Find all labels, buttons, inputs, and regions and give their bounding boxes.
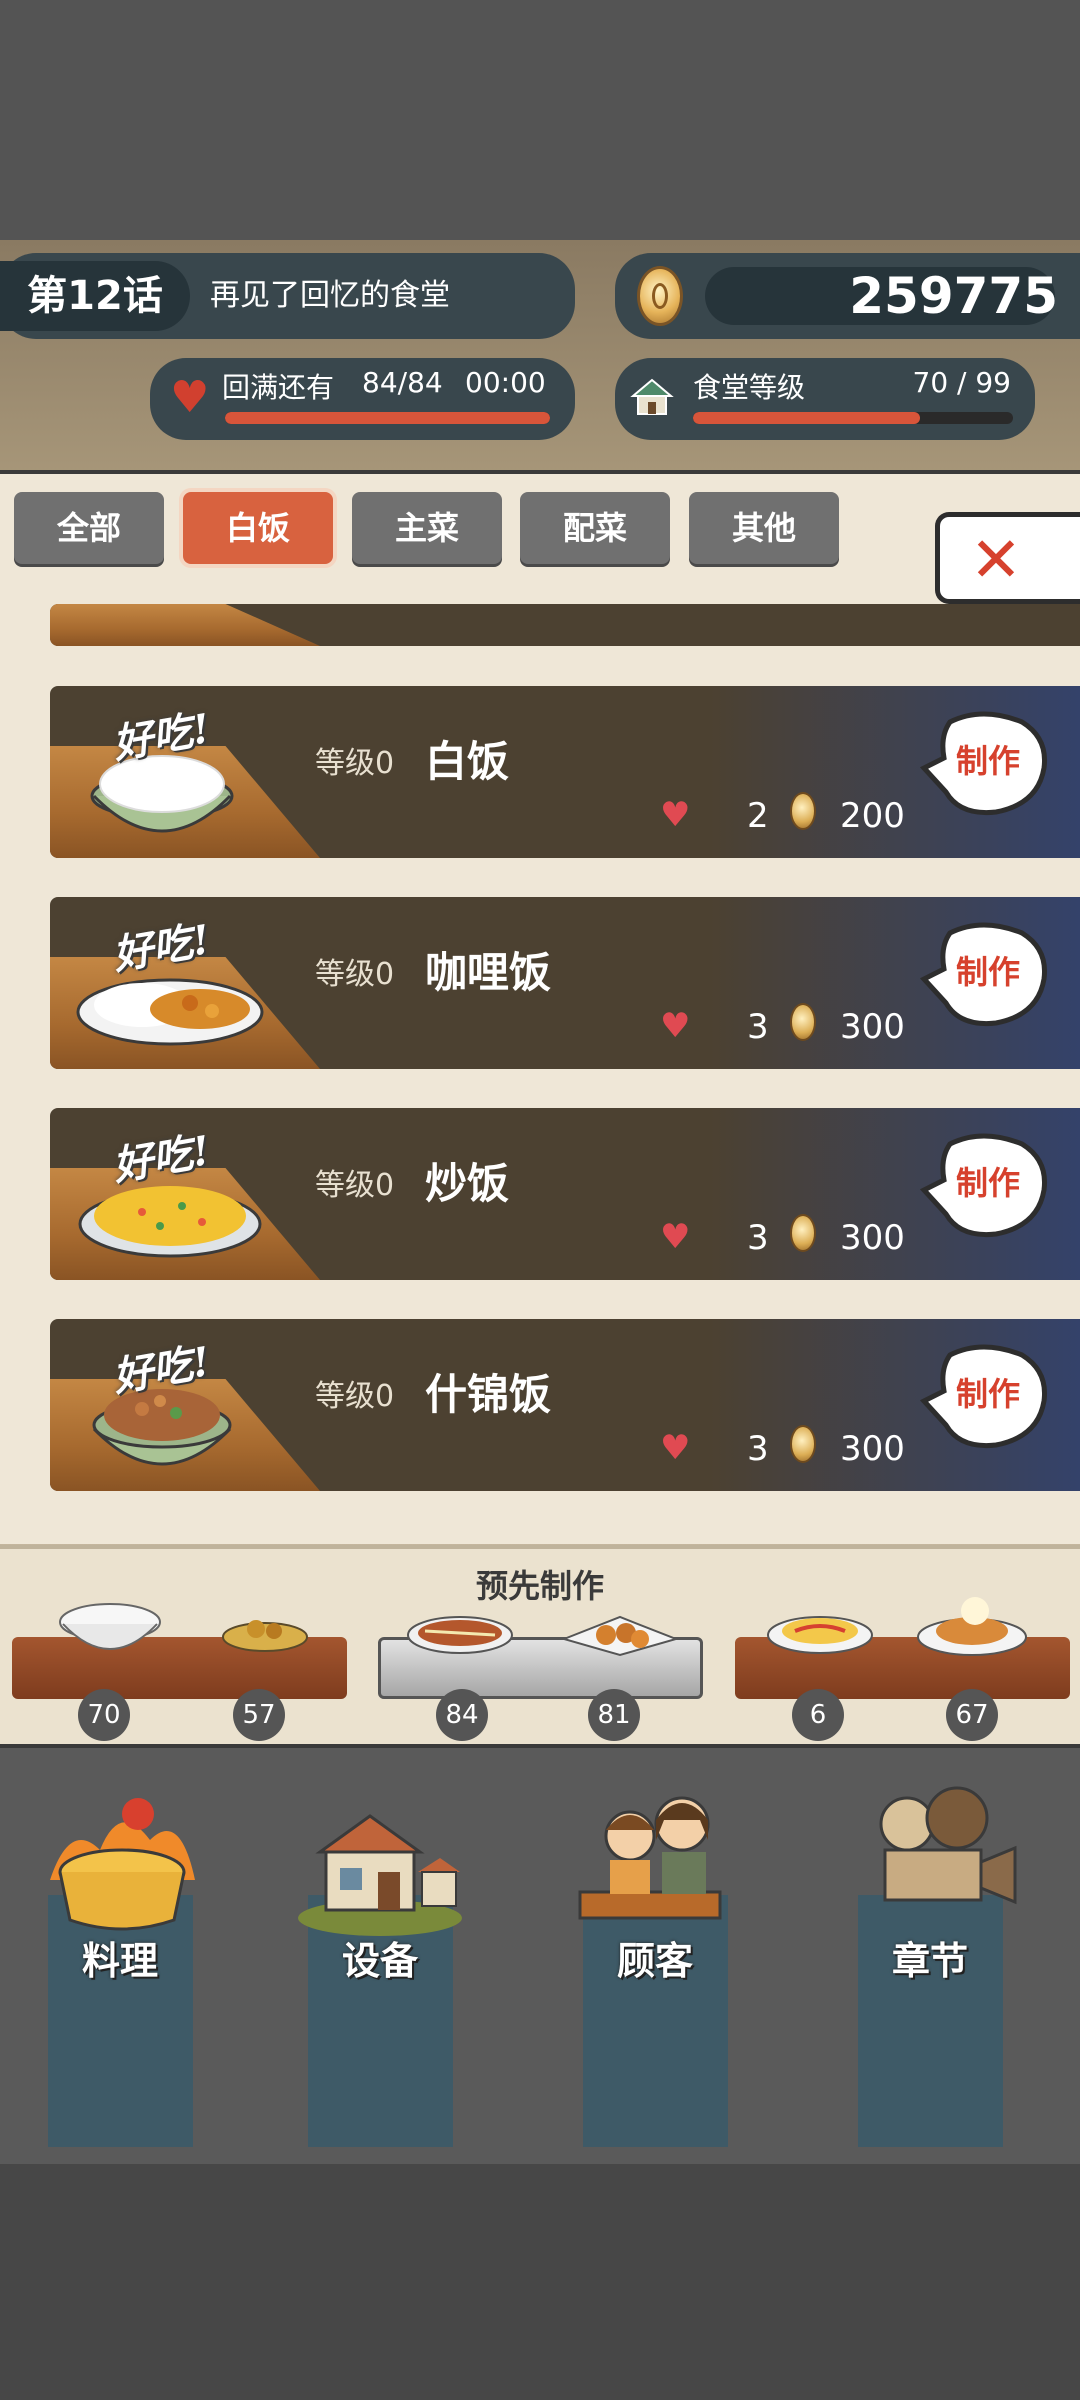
okonomiyaki-icon	[407, 1616, 513, 1654]
stamina-label: 回满还有	[222, 371, 335, 404]
house-icon	[630, 378, 674, 415]
chapter-number: 第12话	[0, 261, 190, 331]
recipe-cost: 300	[840, 1429, 905, 1469]
stamina-bar	[225, 412, 550, 424]
recipe-hearts: 3	[747, 1218, 769, 1258]
mixed-rice-icon: 好吃!	[72, 1329, 272, 1489]
nav-equipment-label: 设备	[341, 1939, 418, 1983]
film-projector-icon	[879, 1786, 1017, 1905]
nav-cooking-label: 料理	[81, 1939, 158, 1983]
canteen-level-panel: 食堂等级 70 / 99	[615, 358, 1035, 440]
chapter-banner[interactable]: 第12话 再见了回忆的食堂	[0, 253, 575, 339]
recipe-level: 等级0	[315, 746, 395, 781]
recipe-hearts: 2	[747, 796, 769, 836]
karaage-icon	[560, 1615, 680, 1657]
coin-icon	[790, 1425, 816, 1463]
make-button[interactable]: 制作	[920, 1341, 1050, 1453]
recipe-row: 好吃! 等级0 咖哩饭 ♥ 3 300 制作	[50, 897, 1080, 1069]
nav-chapters-label: 章节	[891, 1939, 968, 1983]
heart-icon: ♥	[660, 1006, 691, 1046]
customers-icon	[578, 1796, 722, 1920]
recipe-name: 什锦饭	[425, 1370, 552, 1419]
close-button[interactable]: ✕	[935, 512, 1080, 604]
make-button[interactable]: 制作	[920, 919, 1050, 1031]
canteen-level-bar	[693, 412, 1013, 424]
cream-dish-icon	[917, 1597, 1027, 1656]
recipe-hearts: 3	[747, 1429, 769, 1469]
recipe-cost: 300	[840, 1218, 905, 1258]
chapter-title: 再见了回忆的食堂	[210, 278, 450, 313]
recipe-level: 等级0	[315, 1168, 395, 1203]
heart-icon: ♥	[170, 372, 210, 423]
canteen-level-label: 食堂等级	[693, 371, 806, 404]
make-label: 制作	[956, 742, 1021, 780]
top-dim-area	[0, 0, 1080, 240]
make-label: 制作	[956, 1164, 1021, 1202]
stamina-value: 84/84	[362, 366, 443, 399]
recipe-row-partial	[50, 604, 1080, 646]
coin-value: 259775	[849, 267, 1058, 325]
coin-icon	[637, 266, 683, 326]
canteen-level-value: 70 / 99	[912, 366, 1012, 399]
side-dish-icon	[222, 1620, 308, 1652]
tab-side[interactable]: 配菜	[520, 492, 670, 564]
premade-count: 84	[436, 1689, 488, 1741]
premade-count: 70	[78, 1689, 130, 1741]
make-label: 制作	[956, 1375, 1021, 1413]
tab-main[interactable]: 主菜	[352, 492, 502, 564]
nav-customers-label: 顾客	[616, 1939, 693, 1983]
stamina-panel: ♥ 回满还有 84/84 00:00	[150, 358, 575, 440]
stamina-bar-fill	[225, 412, 550, 424]
tab-other[interactable]: 其他	[689, 492, 839, 564]
coin-icon	[790, 1214, 816, 1252]
premade-count: 81	[588, 1689, 640, 1741]
premade-count: 67	[946, 1689, 998, 1741]
cooking-pot-icon	[50, 1798, 195, 1931]
close-icon: ✕	[970, 523, 1022, 596]
make-button[interactable]: 制作	[920, 708, 1050, 820]
recipe-level: 等级0	[315, 957, 395, 992]
recipe-cost: 300	[840, 1007, 905, 1047]
recipe-cost: 200	[840, 796, 905, 836]
recipe-name: 白饭	[425, 737, 510, 786]
coin-counter: 259775	[615, 253, 1080, 339]
heart-icon: ♥	[660, 1428, 691, 1468]
recipe-hearts: 3	[747, 1007, 769, 1047]
coin-icon	[790, 1003, 816, 1041]
white-rice-icon: 好吃!	[72, 696, 272, 856]
tab-rice[interactable]: 白饭	[183, 492, 333, 564]
make-button[interactable]: 制作	[920, 1130, 1050, 1242]
heart-icon: ♥	[660, 795, 691, 835]
fried-rice-icon: 好吃!	[72, 1118, 272, 1278]
recipe-row: 好吃! 等级0 炒饭 ♥ 3 300 制作	[50, 1108, 1080, 1280]
canteen-level-bar-fill	[693, 412, 921, 424]
omelette-rice-icon	[767, 1616, 873, 1654]
recipe-row: 好吃! 等级0 什锦饭 ♥ 3 300 制作	[50, 1319, 1080, 1491]
recipe-level: 等级0	[315, 1379, 395, 1414]
recipe-name: 咖哩饭	[425, 948, 552, 997]
premade-shelf: 预先制作 70 57 84 81 6 67	[0, 1545, 1080, 1744]
stamina-timer: 00:00	[465, 366, 546, 399]
recipe-row: 好吃! 等级0 白饭 ♥ 2 200 制作	[50, 686, 1080, 858]
bottom-dim-area	[0, 2160, 1080, 2400]
recipe-name: 炒饭	[425, 1159, 510, 1208]
restaurant-building-icon	[298, 1814, 462, 1936]
make-label: 制作	[956, 953, 1021, 991]
heart-icon: ♥	[660, 1217, 691, 1257]
curry-rice-icon: 好吃!	[72, 907, 272, 1067]
premade-count: 57	[233, 1689, 285, 1741]
premade-count: 6	[792, 1689, 844, 1741]
coin-icon	[790, 792, 816, 830]
white-rice-icon	[59, 1603, 161, 1650]
tab-all[interactable]: 全部	[14, 492, 164, 564]
